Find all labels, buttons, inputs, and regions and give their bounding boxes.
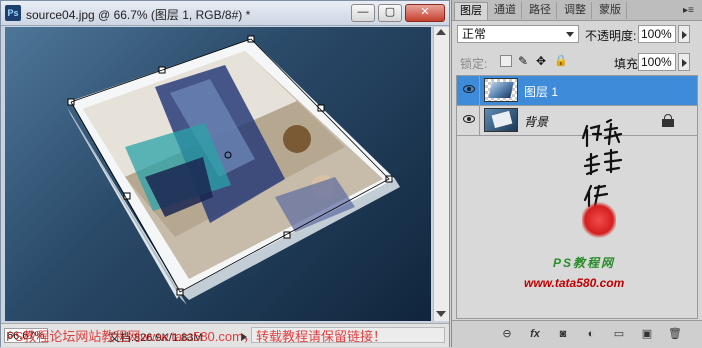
blend-mode-select[interactable]: 正常: [457, 25, 579, 43]
status-menu-arrow-icon[interactable]: [241, 333, 247, 341]
tab-masks[interactable]: 蒙版: [594, 2, 627, 19]
minimize-icon: —: [357, 6, 369, 18]
lock-transparency-icon[interactable]: [500, 55, 512, 67]
document-info: 文档:826.9K/1.83M: [109, 332, 203, 344]
minimize-button[interactable]: —: [351, 4, 375, 22]
panel-menu-icon[interactable]: ▸≡: [683, 5, 694, 16]
visibility-eye-icon[interactable]: [463, 85, 475, 93]
layers-list: 图层 1 背景 PS教程网 www.tata580.com: [456, 75, 698, 319]
red-seal-stamp-icon: [582, 201, 616, 239]
scroll-up-icon[interactable]: [436, 29, 446, 35]
opacity-field[interactable]: 100%: [638, 25, 676, 43]
lock-all-icon[interactable]: 🔒: [554, 55, 568, 67]
lock-position-icon[interactable]: ✥: [536, 55, 548, 67]
tab-channels[interactable]: 通道: [489, 2, 522, 19]
layer-name[interactable]: 背景: [524, 113, 548, 130]
lock-label: 锁定:: [460, 57, 488, 71]
fill-slider-button[interactable]: [678, 53, 690, 71]
opacity-label: 不透明度:: [585, 29, 637, 43]
maximize-icon: ▢: [384, 6, 396, 18]
trash-icon[interactable]: 🗑: [668, 328, 682, 340]
opacity-slider-button[interactable]: [678, 25, 690, 43]
document-window: Ps source04.jpg @ 66.7% (图层 1, RGB/8#) *…: [0, 0, 450, 347]
mask-icon[interactable]: ◙: [556, 328, 570, 340]
panel-tab-bar: 图层 通道 路径 调整 蒙版 ▸≡: [452, 0, 702, 21]
blend-mode-value: 正常: [462, 27, 487, 41]
layer-row-background[interactable]: 背景: [457, 106, 697, 136]
fx-icon[interactable]: fx: [528, 328, 542, 340]
document-status-bar: 66.67% 文档:826.9K/1.83M: [1, 323, 449, 347]
watermark-site-text: www.tata580.com: [524, 276, 625, 290]
zoom-field[interactable]: 66.67%: [4, 328, 48, 343]
scroll-down-icon[interactable]: [436, 311, 446, 317]
image-canvas[interactable]: [5, 27, 431, 321]
tab-paths[interactable]: 路径: [524, 2, 557, 19]
layer-lock-icon-body: [662, 119, 674, 127]
watermark-ps-text: PS教程网: [553, 256, 616, 270]
divider: [479, 106, 480, 135]
maximize-button[interactable]: ▢: [378, 4, 402, 22]
visibility-eye-icon[interactable]: [463, 115, 475, 123]
thumbnail-image: [488, 82, 514, 98]
photo-card-artwork: [67, 35, 400, 305]
chevron-right-icon: [682, 31, 687, 39]
adjustment-icon[interactable]: ◐: [584, 328, 598, 340]
chevron-right-icon: [682, 59, 687, 67]
layer-name[interactable]: 图层 1: [524, 83, 558, 100]
thumbnail-image: [491, 110, 513, 129]
document-titlebar[interactable]: Ps source04.jpg @ 66.7% (图层 1, RGB/8#) *…: [1, 1, 449, 26]
layer-thumbnail: [484, 108, 518, 132]
fill-field[interactable]: 100%: [638, 53, 676, 71]
link-icon[interactable]: ⊖: [500, 328, 514, 340]
photoshop-logo-icon: Ps: [5, 5, 21, 21]
layer-thumbnail: [484, 78, 518, 102]
horizontal-scrollbar[interactable]: [251, 327, 445, 343]
lock-paint-icon[interactable]: ✎: [518, 55, 530, 67]
new-layer-icon[interactable]: ▣: [640, 328, 654, 340]
close-button[interactable]: ✕: [405, 4, 445, 22]
document-title: source04.jpg @ 66.7% (图层 1, RGB/8#) *: [26, 8, 251, 22]
divider: [479, 76, 480, 105]
close-icon: ✕: [420, 6, 430, 18]
vertical-scrollbar[interactable]: [433, 27, 449, 321]
layers-bottom-toolbar: ⊖ fx ◙ ◐ ▭ ▣ 🗑: [452, 320, 702, 348]
tab-adjustments[interactable]: 调整: [559, 2, 592, 19]
chevron-down-icon: [566, 32, 574, 37]
group-icon[interactable]: ▭: [612, 328, 626, 340]
layers-panel: 图层 通道 路径 调整 蒙版 ▸≡ 正常 不透明度: 100% 锁定: ✎ ✥ …: [451, 0, 702, 348]
layer-row-layer-1[interactable]: 图层 1: [457, 76, 697, 106]
tab-layers[interactable]: 图层: [454, 2, 488, 20]
